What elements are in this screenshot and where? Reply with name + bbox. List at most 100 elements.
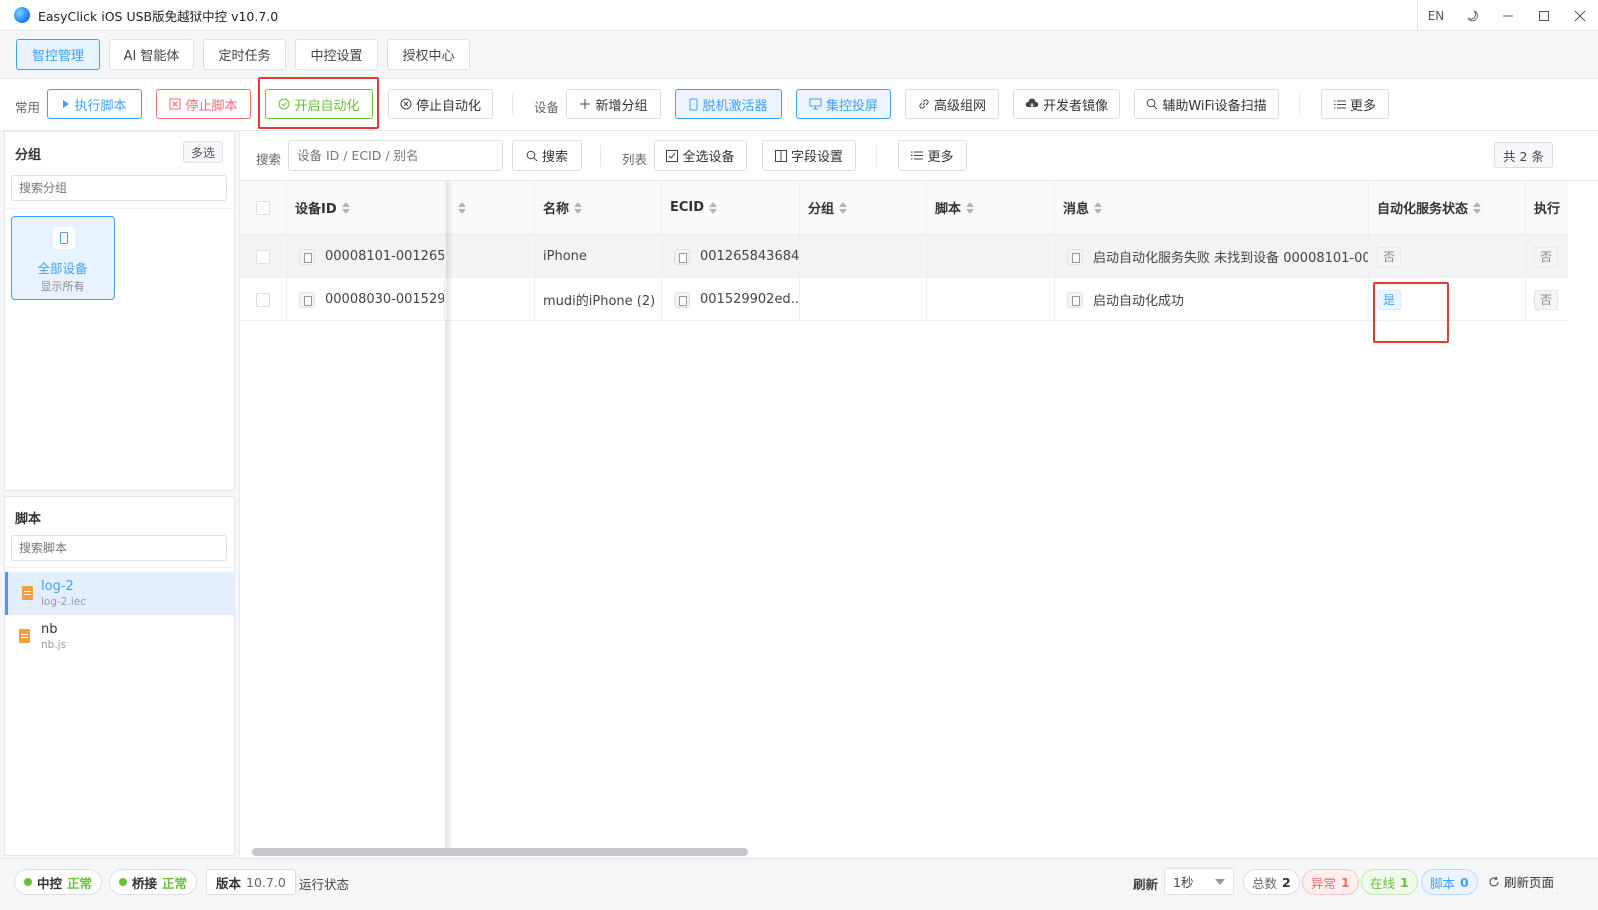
column-header-ecid[interactable]: ECID (662, 181, 800, 235)
panel-divider (5, 208, 234, 209)
cell-hidden (445, 278, 535, 321)
column-header-exec[interactable]: 执行 (1526, 181, 1568, 235)
header-checkbox-cell (240, 181, 287, 235)
group-screen-button[interactable]: 集控投屏 (796, 89, 891, 119)
copy-icon[interactable] (674, 291, 690, 308)
row-checkbox[interactable] (256, 249, 270, 264)
tab-smart-control[interactable]: 智控管理 (16, 39, 100, 70)
tab-scheduled-tasks[interactable]: 定时任务 (203, 39, 286, 70)
status-bar: 中控 正常 桥接 正常 版本 10.7.0 运行状态 刷新 1秒 总数 2 异常… (0, 858, 1598, 910)
copy-icon[interactable] (1067, 248, 1083, 265)
sort-icon[interactable] (1473, 201, 1482, 214)
minimize-icon[interactable] (1490, 0, 1526, 31)
sort-icon[interactable] (574, 201, 583, 214)
column-header-automation-status[interactable]: 自动化服务状态 (1369, 181, 1526, 235)
copy-icon[interactable] (299, 291, 315, 308)
sort-icon[interactable] (709, 201, 718, 214)
phone-icon (689, 98, 698, 110)
left-sidebar: 分组 多选 全部设备 显示所有 脚本 log-2 log-2.iec nb nb… (0, 131, 240, 858)
common-label: 常用 (15, 100, 41, 115)
file-icon (22, 586, 33, 600)
horizontal-scrollbar[interactable] (252, 847, 1568, 857)
developer-image-button[interactable]: 开发者镜像 (1013, 89, 1120, 119)
plus-icon (580, 99, 591, 109)
multi-select-button[interactable]: 多选 (183, 141, 223, 163)
select-all-devices-button[interactable]: 全选设备 (654, 140, 747, 171)
script-item-nb[interactable]: nb nb.js (5, 615, 234, 658)
run-status-text[interactable]: 运行状态 (299, 874, 349, 893)
check-circle-icon (278, 98, 290, 110)
sort-icon[interactable] (966, 201, 975, 214)
stop-script-button[interactable]: 停止脚本 (156, 89, 251, 119)
all-devices-group-card[interactable]: 全部设备 显示所有 (11, 216, 115, 300)
close-icon[interactable] (1562, 0, 1598, 31)
row-checkbox[interactable] (256, 292, 270, 307)
sort-icon[interactable] (839, 201, 848, 214)
table-row[interactable]: 00008030-001529... mudi的iPhone (2) 00152… (240, 278, 1568, 321)
column-header-group[interactable]: 分组 (800, 181, 927, 235)
tab-control-settings[interactable]: 中控设置 (295, 39, 378, 70)
copy-icon[interactable] (299, 248, 315, 265)
stop-automation-button[interactable]: 停止自动化 (388, 89, 493, 119)
column-header-hidden[interactable] (445, 181, 535, 235)
script-count-pill: 脚本 0 (1421, 869, 1478, 895)
toolbar-divider (512, 93, 513, 115)
script-name: log-2 (41, 579, 74, 594)
copy-icon[interactable] (674, 248, 690, 265)
columns-icon (774, 149, 787, 162)
search-label: 搜索 (256, 152, 282, 167)
toolbar-more-button[interactable]: 更多 (1321, 89, 1389, 119)
cell-device-id: 00008101-001265... (287, 235, 445, 278)
cell-hidden (445, 235, 535, 278)
search-button[interactable]: 搜索 (512, 140, 582, 171)
theme-moon-icon[interactable] (1454, 0, 1490, 31)
cell-automation-status: 是 (1369, 278, 1526, 321)
select-all-checkbox[interactable] (256, 200, 270, 215)
run-script-button[interactable]: 执行脚本 (47, 89, 142, 119)
horizontal-scrollbar-thumb[interactable] (252, 848, 748, 856)
column-header-script[interactable]: 脚本 (927, 181, 1055, 235)
advanced-network-button[interactable]: 高级组网 (905, 89, 999, 119)
offline-activator-button[interactable]: 脱机激活器 (675, 89, 782, 119)
search-icon (1147, 98, 1158, 110)
toolbar: 常用 执行脚本 停止脚本 开启自动化 停止自动化 设备 新增分组 脱机激活器 集… (0, 77, 1598, 131)
column-header-device-id[interactable]: 设备ID (287, 181, 445, 235)
add-group-button[interactable]: 新增分组 (566, 89, 661, 119)
total-count-pill: 总数 2 (1243, 869, 1300, 895)
status-badge: 是 (1377, 289, 1402, 310)
table-row[interactable]: 00008101-001265... iPhone 001265843684..… (240, 235, 1568, 278)
copy-icon[interactable] (1067, 291, 1083, 308)
list-icon (1333, 100, 1346, 108)
column-header-message[interactable]: 消息 (1055, 181, 1369, 235)
script-search-input[interactable] (11, 535, 227, 561)
maximize-icon[interactable] (1526, 0, 1562, 31)
sort-icon[interactable] (458, 201, 466, 214)
script-item-log-2[interactable]: log-2 log-2.iec (5, 572, 234, 615)
online-count-pill: 在线 1 (1361, 869, 1418, 895)
language-button[interactable]: EN (1418, 0, 1454, 31)
refresh-page-button[interactable]: 刷新页面 (1488, 872, 1554, 891)
start-automation-button[interactable]: 开启自动化 (265, 89, 373, 119)
frozen-column-shadow (446, 181, 453, 851)
group-search-input[interactable] (11, 175, 227, 201)
vertical-scroll-area (1568, 181, 1598, 851)
device-search-input[interactable] (288, 140, 503, 171)
sort-icon[interactable] (1094, 201, 1103, 214)
tab-license-center[interactable]: 授权中心 (387, 39, 470, 70)
toolbar-divider (1299, 93, 1300, 115)
monitor-icon (809, 98, 822, 110)
tab-ai-agent[interactable]: AI 智能体 (109, 39, 194, 70)
wifi-scan-button[interactable]: 辅助WiFi设备扫描 (1134, 89, 1279, 119)
cell-group (800, 278, 927, 321)
status-dot-icon (24, 878, 32, 886)
stop-square-icon (169, 98, 181, 110)
column-header-name[interactable]: 名称 (535, 181, 662, 235)
sort-icon[interactable] (341, 201, 350, 214)
list-more-button[interactable]: 更多 (898, 140, 967, 171)
status-dot-icon (119, 878, 127, 886)
search-icon (526, 150, 538, 161)
field-settings-button[interactable]: 字段设置 (762, 140, 856, 171)
cell-script (927, 235, 1055, 278)
refresh-interval-select[interactable]: 1秒 (1164, 868, 1234, 895)
cell-name: mudi的iPhone (2) (535, 278, 662, 321)
